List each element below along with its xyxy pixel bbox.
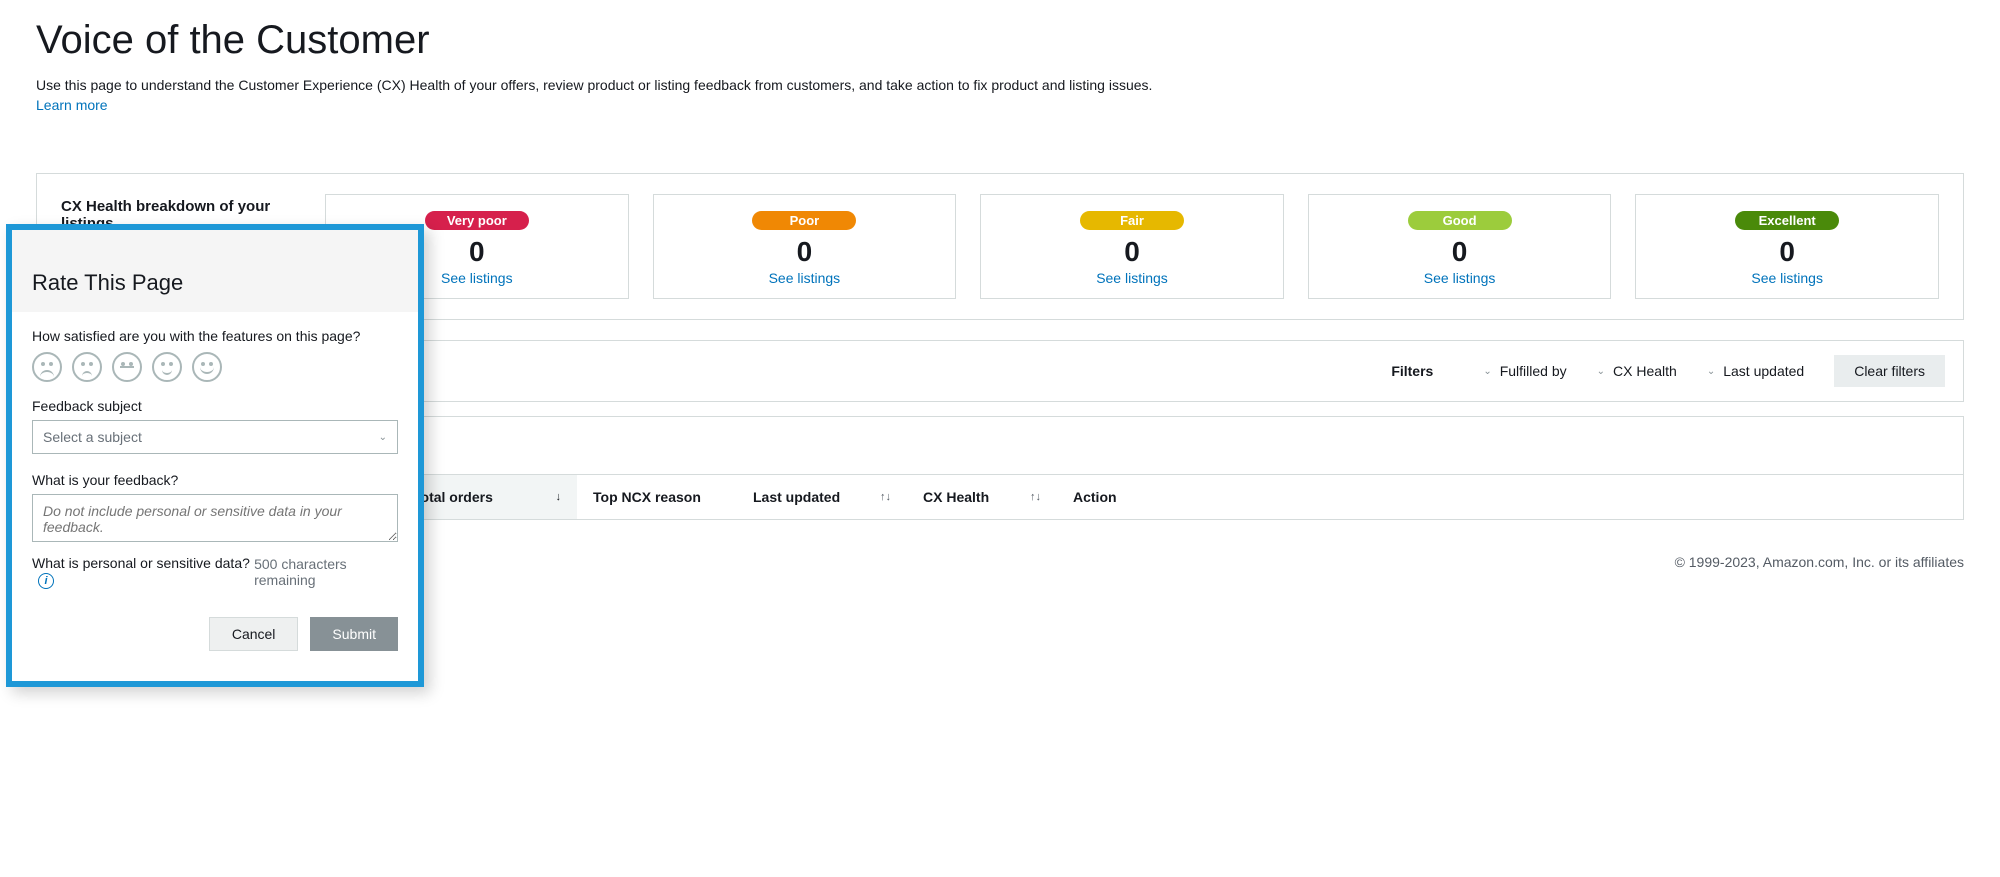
cx-pill: Excellent (1735, 211, 1839, 230)
cx-card-excellent: Excellent 0 See listings (1635, 194, 1939, 299)
cx-pill: Good (1408, 211, 1512, 230)
page-title: Voice of the Customer (36, 18, 1964, 63)
feedback-title: Rate This Page (32, 270, 398, 296)
col-last-updated[interactable]: Last updated↑↓ (737, 475, 907, 519)
face-neutral-icon[interactable] (112, 352, 142, 382)
cx-count: 0 (1644, 236, 1930, 268)
chevron-down-icon: ⌄ (1597, 366, 1605, 377)
cx-count: 0 (1317, 236, 1603, 268)
col-total-orders[interactable]: Total orders↓ (397, 475, 577, 519)
feedback-text-label: What is your feedback? (32, 472, 398, 488)
face-sad-icon[interactable] (72, 352, 102, 382)
feedback-question: How satisfied are you with the features … (32, 328, 398, 344)
sensitive-data-link[interactable]: What is personal or sensitive data? i (32, 555, 254, 589)
filters-label: Filters (1391, 363, 1433, 379)
col-top-ncx-reason[interactable]: Top NCX reason (577, 475, 737, 519)
footer-copyright: © 1999-2023, Amazon.com, Inc. or its aff… (1675, 554, 1964, 570)
cx-pill: Fair (1080, 211, 1184, 230)
filter-fulfilled-by[interactable]: ⌄Fulfilled by (1483, 363, 1566, 379)
sort-icon: ↑↓ (880, 491, 891, 503)
feedback-textarea[interactable] (32, 494, 398, 542)
see-listings-link[interactable]: See listings (1751, 270, 1823, 286)
cx-count: 0 (989, 236, 1275, 268)
see-listings-link[interactable]: See listings (769, 270, 841, 286)
feedback-subject-label: Feedback subject (32, 398, 398, 414)
page-subtitle: Use this page to understand the Customer… (36, 77, 1964, 93)
cancel-button[interactable]: Cancel (209, 617, 299, 651)
sort-desc-icon: ↓ (556, 491, 562, 503)
see-listings-link[interactable]: See listings (1096, 270, 1168, 286)
cx-count: 0 (662, 236, 948, 268)
info-icon: i (38, 573, 54, 589)
chevron-down-icon: ⌄ (1707, 366, 1715, 377)
cx-card-poor: Poor 0 See listings (653, 194, 957, 299)
chevron-down-icon: ⌄ (379, 432, 387, 443)
feedback-subject-select[interactable]: Select a subject ⌄ (32, 420, 398, 454)
rating-faces (32, 352, 398, 382)
chevron-down-icon: ⌄ (1483, 366, 1491, 377)
submit-button[interactable]: Submit (310, 617, 398, 651)
cx-pill: Poor (752, 211, 856, 230)
see-listings-link[interactable]: See listings (1424, 270, 1496, 286)
clear-filters-button[interactable]: Clear filters (1834, 355, 1945, 387)
filter-cx-health[interactable]: ⌄CX Health (1597, 363, 1677, 379)
cx-card-fair: Fair 0 See listings (980, 194, 1284, 299)
face-very-sad-icon[interactable] (32, 352, 62, 382)
cx-pill: Very poor (425, 211, 529, 230)
sort-icon: ↑↓ (1030, 491, 1041, 503)
cx-card-good: Good 0 See listings (1308, 194, 1612, 299)
see-listings-link[interactable]: See listings (441, 270, 513, 286)
feedback-panel: Rate This Page How satisfied are you wit… (6, 224, 424, 687)
col-cx-health[interactable]: CX Health↑↓ (907, 475, 1057, 519)
face-happy-icon[interactable] (152, 352, 182, 382)
col-action: Action (1057, 475, 1147, 519)
learn-more-link[interactable]: Learn more (36, 97, 108, 113)
filter-last-updated[interactable]: ⌄Last updated (1707, 363, 1804, 379)
chars-remaining: 500 characters remaining (254, 556, 398, 588)
face-very-happy-icon[interactable] (192, 352, 222, 382)
